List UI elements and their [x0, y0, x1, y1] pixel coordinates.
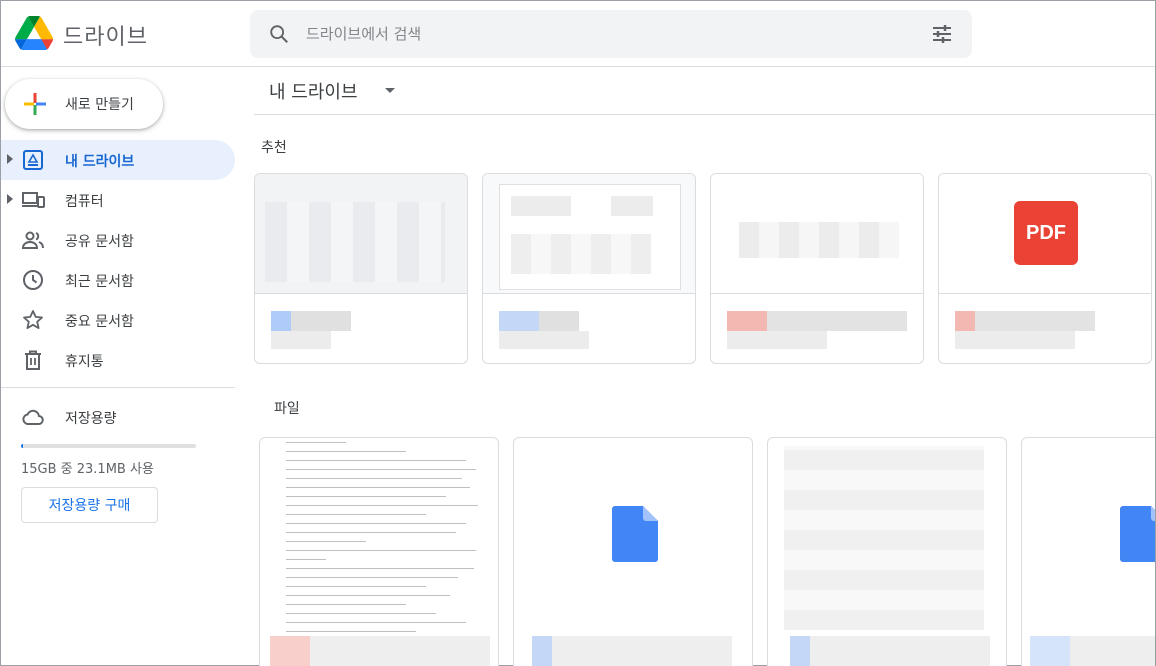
sidebar-item-computers[interactable]: 컴퓨터	[1, 180, 241, 220]
file-thumbnail: PDF	[939, 174, 1151, 294]
suggested-file-card[interactable]	[254, 173, 468, 364]
main-content: 내 드라이브 추천 PDF 파일	[241, 67, 1155, 666]
suggested-file-card[interactable]	[710, 173, 924, 364]
search-bar[interactable]	[250, 10, 972, 58]
file-card[interactable]	[259, 437, 499, 666]
file-card[interactable]	[513, 437, 753, 666]
file-meta	[955, 309, 1135, 349]
files-section-title: 파일	[274, 401, 300, 417]
storage-usage-bar	[21, 444, 196, 448]
document-preview	[784, 446, 984, 630]
clock-icon	[23, 270, 43, 290]
top-header: 드라이브	[1, 1, 1155, 67]
file-card[interactable]	[1021, 437, 1155, 666]
sidebar-item-label: 최근 문서함	[65, 274, 134, 290]
star-icon	[23, 310, 43, 329]
file-thumbnail	[483, 174, 695, 294]
suggested-section-title: 추천	[261, 140, 287, 156]
file-meta	[271, 309, 451, 349]
cloud-icon	[22, 409, 44, 425]
file-card[interactable]	[767, 437, 1007, 666]
breadcrumb-dropdown-icon[interactable]	[385, 88, 395, 93]
sidebar-item-recent[interactable]: 최근 문서함	[1, 260, 241, 300]
sidebar-item-label: 공유 문서함	[65, 234, 134, 250]
sidebar-item-my-drive[interactable]: 내 드라이브	[1, 140, 235, 180]
suggested-file-card[interactable]: PDF	[938, 173, 1152, 364]
storage-label: 저장용량	[65, 411, 117, 427]
sidebar-item-shared[interactable]: 공유 문서함	[1, 220, 241, 260]
storage-usage-fill	[21, 444, 23, 448]
file-thumbnail	[255, 174, 467, 294]
sidebar-item-label: 휴지통	[65, 354, 104, 370]
sidebar-nav: 내 드라이브 컴퓨터 공유 문서함 최근 문서함 중요 문서함 휴지통	[1, 140, 241, 380]
my-drive-icon	[23, 150, 43, 170]
search-input[interactable]	[306, 22, 866, 46]
file-thumbnail	[711, 174, 923, 294]
app-title: 드라이브	[63, 25, 148, 50]
file-meta	[499, 309, 679, 349]
buy-storage-button[interactable]: 저장용량 구매	[21, 487, 158, 523]
new-button-label: 새로 만들기	[65, 97, 134, 113]
plus-icon	[24, 93, 46, 115]
file-meta	[727, 309, 907, 349]
search-icon[interactable]	[268, 23, 290, 45]
sidebar-item-starred[interactable]: 중요 문서함	[1, 300, 241, 340]
expand-caret-icon[interactable]	[7, 154, 13, 164]
sidebar: 새로 만들기 내 드라이브 컴퓨터 공유 문서함 최근 문서함 중요 문서함 휴…	[1, 67, 241, 666]
sidebar-item-label: 컴퓨터	[65, 194, 104, 210]
people-icon	[21, 231, 44, 249]
sidebar-divider	[1, 387, 235, 388]
trash-icon	[25, 350, 41, 370]
expand-caret-icon[interactable]	[7, 194, 13, 204]
sidebar-item-storage[interactable]: 저장용량	[1, 397, 235, 437]
pdf-badge-label: PDF	[1026, 221, 1066, 244]
google-doc-icon	[1120, 506, 1155, 562]
storage-usage-text: 15GB 중 23.1MB 사용	[21, 462, 154, 477]
computers-icon	[22, 192, 45, 208]
document-preview	[286, 442, 486, 658]
pdf-badge-icon: PDF	[1014, 201, 1078, 265]
sidebar-item-label: 내 드라이브	[65, 154, 135, 170]
google-drive-logo[interactable]	[15, 15, 53, 51]
sidebar-item-trash[interactable]: 휴지통	[1, 340, 241, 380]
sidebar-item-label: 중요 문서함	[65, 314, 134, 330]
breadcrumb[interactable]: 내 드라이브	[269, 78, 358, 104]
new-button[interactable]: 새로 만들기	[5, 79, 163, 129]
tune-icon[interactable]	[930, 22, 954, 46]
suggested-file-card[interactable]	[482, 173, 696, 364]
main-header: 내 드라이브	[254, 67, 1155, 115]
google-doc-icon	[612, 506, 658, 562]
